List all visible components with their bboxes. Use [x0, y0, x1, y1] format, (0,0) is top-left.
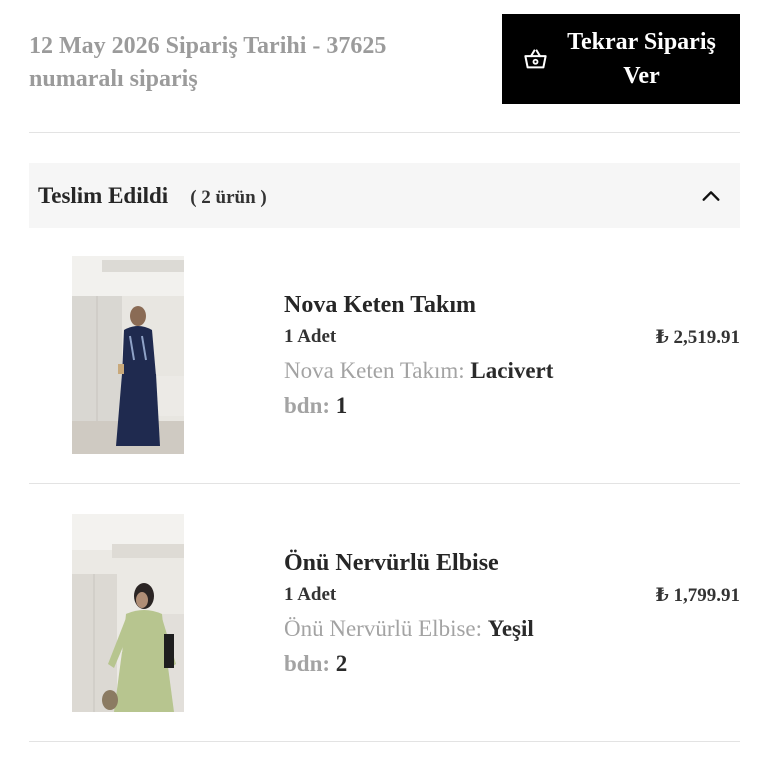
- size-value: 1: [335, 393, 348, 418]
- order-item: Önü Nervürlü Elbise 1 Adet ₺ 1,799.91 Ön…: [29, 514, 740, 714]
- product-quantity: 1 Adet: [284, 326, 337, 347]
- item-count: ( 2 ürün ): [190, 186, 267, 208]
- variant-value: Lacivert: [470, 358, 554, 383]
- order-detail-page: 12 May 2026 Sipariş Tarihi - 37625 numar…: [0, 0, 768, 768]
- variant-key: Önü Nervürlü Elbise:: [284, 616, 483, 641]
- product-image[interactable]: [72, 256, 184, 454]
- product-image[interactable]: [72, 514, 184, 712]
- product-variant: Önü Nervürlü Elbise: Yeşil: [284, 616, 534, 642]
- product-variant: Nova Keten Takım: Lacivert: [284, 358, 553, 384]
- basket-icon: [524, 48, 547, 68]
- divider: [29, 132, 740, 133]
- order-header: 12 May 2026 Sipariş Tarihi - 37625 numar…: [29, 14, 740, 104]
- product-name[interactable]: Nova Keten Takım: [284, 292, 476, 319]
- garment: [122, 326, 156, 376]
- product-quantity: 1 Adet: [284, 584, 337, 605]
- product-price: ₺ 2,519.91: [655, 327, 740, 348]
- size-key: bdn:: [284, 393, 331, 418]
- divider: [29, 741, 740, 742]
- reorder-label: Tekrar Sipariş Ver: [567, 29, 716, 89]
- variant-value: Yeşil: [487, 616, 534, 641]
- product-size: bdn: 2: [284, 651, 347, 677]
- reorder-button[interactable]: Tekrar Sipariş Ver: [502, 14, 740, 104]
- size-value: 2: [335, 651, 348, 676]
- order-title: 12 May 2026 Sipariş Tarihi - 37625 numar…: [29, 33, 387, 92]
- order-item: Nova Keten Takım 1 Adet ₺ 2,519.91 Nova …: [29, 256, 740, 456]
- variant-key: Nova Keten Takım:: [284, 358, 465, 383]
- chevron-up-icon[interactable]: [700, 185, 722, 207]
- status-section-header[interactable]: Teslim Edildi ( 2 ürün ): [29, 163, 740, 228]
- product-name[interactable]: Önü Nervürlü Elbise: [284, 550, 499, 577]
- product-price: ₺ 1,799.91: [655, 585, 740, 606]
- size-key: bdn:: [284, 651, 331, 676]
- divider: [29, 483, 740, 484]
- product-size: bdn: 1: [284, 393, 347, 419]
- status-label: Teslim Edildi: [38, 182, 169, 208]
